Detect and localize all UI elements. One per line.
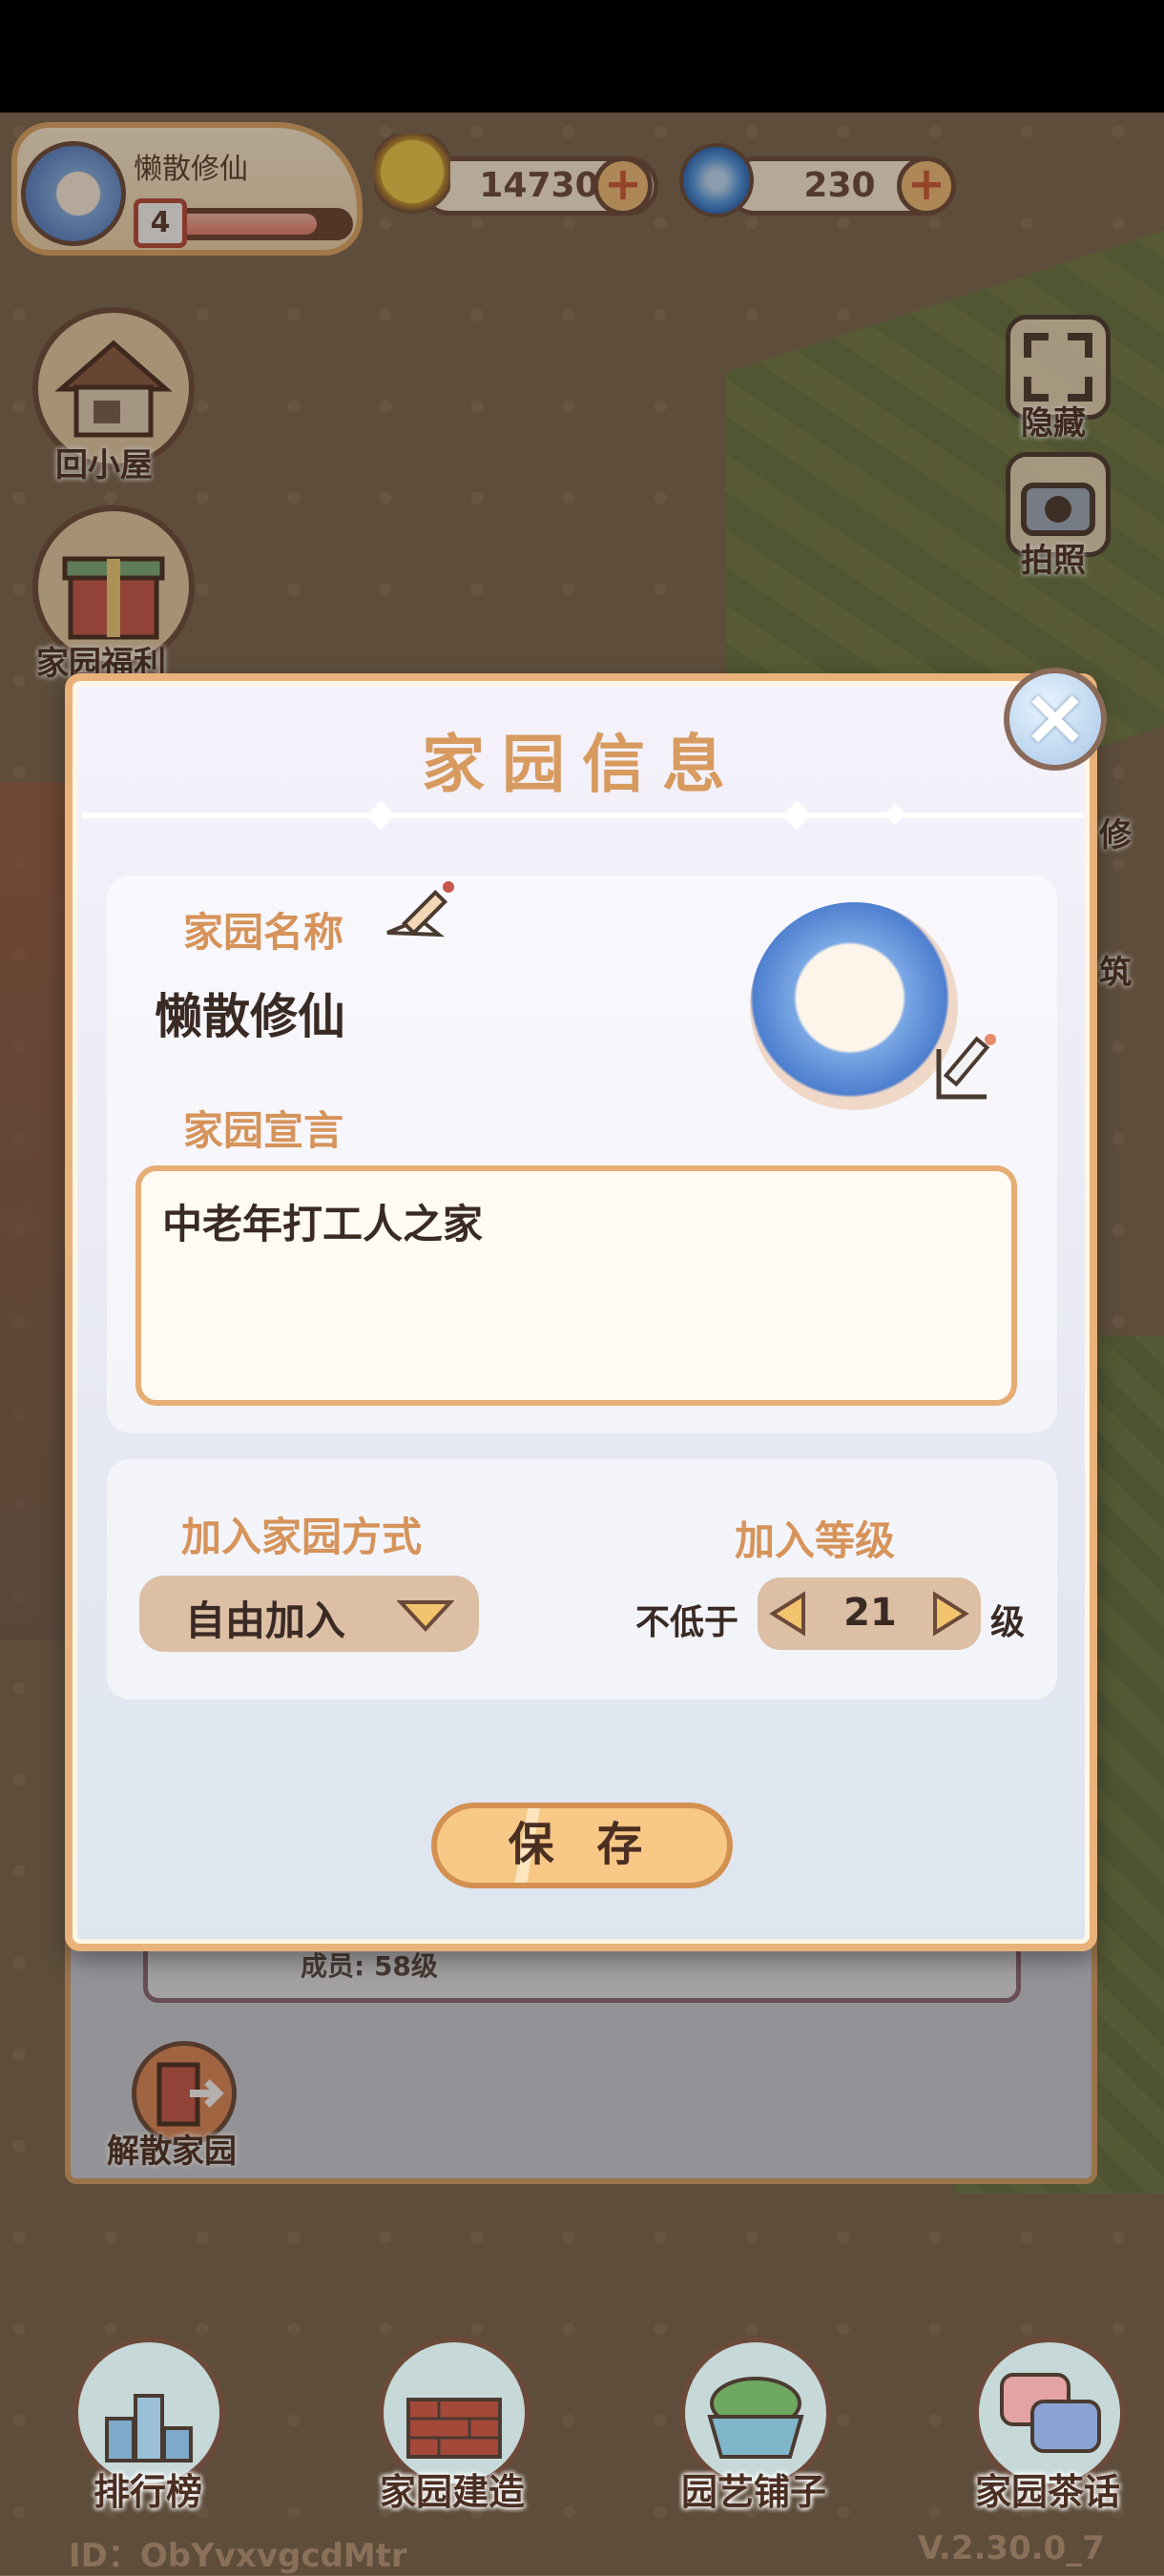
title-divider (82, 813, 1084, 818)
join-method-label: 加入家园方式 (181, 1514, 423, 1560)
save-button[interactable]: 保 存 (431, 1803, 733, 1888)
increase-level-button[interactable] (929, 1591, 971, 1637)
level-suffix: 级 (990, 1603, 1026, 1642)
min-level-value: 21 (843, 1591, 897, 1635)
decrease-level-button[interactable] (767, 1591, 809, 1637)
join-level-label: 加入等级 (735, 1517, 896, 1564)
edit-avatar-icon[interactable] (931, 1030, 1006, 1104)
declaration-label: 家园宣言 (183, 1107, 344, 1154)
home-name-value: 懒散修仙 (155, 989, 345, 1044)
dialog-title: 家园信息 (422, 728, 742, 801)
nav-tea-talk-label: 家园茶话 (975, 2471, 1121, 2513)
join-method-value: 自由加入 (185, 1597, 346, 1644)
nav-ranking-label: 排行榜 (94, 2471, 203, 2513)
status-bar (0, 0, 1164, 113)
close-button[interactable]: × (1004, 668, 1107, 771)
nav-garden-shop-label: 园艺铺子 (681, 2471, 827, 2513)
min-level-prefix: 不低于 (635, 1603, 739, 1642)
nav-build-label: 家园建造 (380, 2471, 526, 2513)
chevron-down-icon (397, 1600, 454, 1632)
declaration-text: 中老年打工人之家 (162, 1201, 484, 1247)
version-text: V.2.30.0_7 (918, 2529, 1105, 2567)
home-name-label: 家园名称 (183, 909, 344, 956)
player-id-text: ID：ObYvxvgcdMtr (69, 2537, 407, 2575)
home-avatar[interactable] (750, 902, 958, 1110)
edit-name-pencil-icon[interactable] (382, 877, 468, 944)
